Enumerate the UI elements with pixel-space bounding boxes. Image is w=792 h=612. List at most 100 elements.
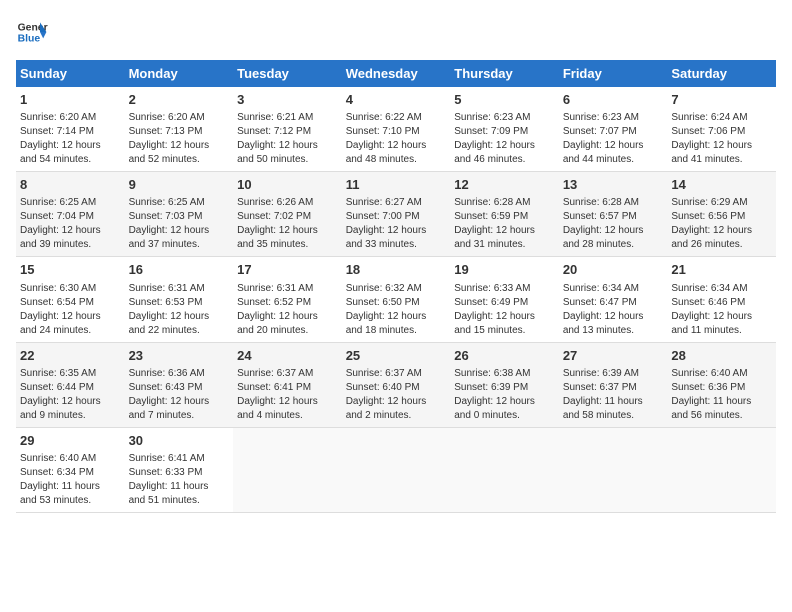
day-of-week-header: Saturday [667, 60, 776, 87]
calendar-week-row: 22 Sunrise: 6:35 AM Sunset: 6:44 PM Dayli… [16, 342, 776, 427]
calendar-day-cell: 6 Sunrise: 6:23 AM Sunset: 7:07 PM Daylig… [559, 87, 668, 172]
day-number: 12 [454, 176, 555, 194]
day-info: Sunrise: 6:34 AM Sunset: 6:47 PM Dayligh… [563, 282, 664, 338]
calendar-week-row: 8 Sunrise: 6:25 AM Sunset: 7:04 PM Daylig… [16, 172, 776, 257]
day-number: 22 [20, 347, 121, 365]
day-number: 27 [563, 347, 664, 365]
day-of-week-header: Monday [125, 60, 234, 87]
day-info: Sunrise: 6:29 AM Sunset: 6:56 PM Dayligh… [671, 196, 772, 252]
calendar-day-cell: 28 Sunrise: 6:40 AM Sunset: 6:36 PM Dayli… [667, 342, 776, 427]
day-info: Sunrise: 6:32 AM Sunset: 6:50 PM Dayligh… [346, 282, 447, 338]
day-number: 14 [671, 176, 772, 194]
calendar-day-cell: 8 Sunrise: 6:25 AM Sunset: 7:04 PM Daylig… [16, 172, 125, 257]
day-number: 3 [237, 91, 338, 109]
day-number: 19 [454, 261, 555, 279]
day-number: 6 [563, 91, 664, 109]
calendar-day-cell: 14 Sunrise: 6:29 AM Sunset: 6:56 PM Dayli… [667, 172, 776, 257]
svg-text:Blue: Blue [18, 34, 41, 45]
day-number: 8 [20, 176, 121, 194]
calendar-week-row: 29Sunrise: 6:40 AM Sunset: 6:34 PM Dayli… [16, 427, 776, 512]
calendar-day-cell: 3 Sunrise: 6:21 AM Sunset: 7:12 PM Daylig… [233, 87, 342, 172]
calendar-day-cell: 20 Sunrise: 6:34 AM Sunset: 6:47 PM Dayli… [559, 257, 668, 342]
day-number: 28 [671, 347, 772, 365]
day-info: Sunrise: 6:25 AM Sunset: 7:03 PM Dayligh… [129, 196, 230, 252]
calendar-day-cell: 30 Sunrise: 6:41 AM Sunset: 6:33 PM Dayli… [125, 427, 234, 512]
day-info: Sunrise: 6:41 AM Sunset: 6:33 PM Dayligh… [129, 452, 230, 508]
calendar-week-row: 15 Sunrise: 6:30 AM Sunset: 6:54 PM Dayli… [16, 257, 776, 342]
day-number: 11 [346, 176, 447, 194]
calendar-day-cell: 1 Sunrise: 6:20 AM Sunset: 7:14 PM Daylig… [16, 87, 125, 172]
calendar-day-cell [342, 427, 451, 512]
day-of-week-header: Sunday [16, 60, 125, 87]
day-info: Sunrise: 6:27 AM Sunset: 7:00 PM Dayligh… [346, 196, 447, 252]
day-number: 16 [129, 261, 230, 279]
calendar-day-cell: 29Sunrise: 6:40 AM Sunset: 6:34 PM Dayli… [16, 427, 125, 512]
calendar-day-cell: 24 Sunrise: 6:37 AM Sunset: 6:41 PM Dayli… [233, 342, 342, 427]
calendar-body: 1 Sunrise: 6:20 AM Sunset: 7:14 PM Daylig… [16, 87, 776, 512]
calendar-day-cell: 4 Sunrise: 6:22 AM Sunset: 7:10 PM Daylig… [342, 87, 451, 172]
day-info: Sunrise: 6:23 AM Sunset: 7:09 PM Dayligh… [454, 111, 555, 167]
day-info: Sunrise: 6:31 AM Sunset: 6:53 PM Dayligh… [129, 282, 230, 338]
calendar-day-cell: 18 Sunrise: 6:32 AM Sunset: 6:50 PM Dayli… [342, 257, 451, 342]
day-info: Sunrise: 6:21 AM Sunset: 7:12 PM Dayligh… [237, 111, 338, 167]
calendar-day-cell: 7 Sunrise: 6:24 AM Sunset: 7:06 PM Daylig… [667, 87, 776, 172]
day-number: 7 [671, 91, 772, 109]
day-number: 13 [563, 176, 664, 194]
day-info: Sunrise: 6:37 AM Sunset: 6:41 PM Dayligh… [237, 367, 338, 423]
day-number: 2 [129, 91, 230, 109]
calendar-day-cell: 17Sunrise: 6:31 AM Sunset: 6:52 PM Dayli… [233, 257, 342, 342]
day-number: 9 [129, 176, 230, 194]
calendar-day-cell [233, 427, 342, 512]
day-info: Sunrise: 6:36 AM Sunset: 6:43 PM Dayligh… [129, 367, 230, 423]
day-number: 25 [346, 347, 447, 365]
calendar-day-cell: 23 Sunrise: 6:36 AM Sunset: 6:43 PM Dayli… [125, 342, 234, 427]
day-info: Sunrise: 6:23 AM Sunset: 7:07 PM Dayligh… [563, 111, 664, 167]
calendar-day-cell: 25 Sunrise: 6:37 AM Sunset: 6:40 PM Dayli… [342, 342, 451, 427]
calendar-day-cell: 2Sunrise: 6:20 AM Sunset: 7:13 PM Daylig… [125, 87, 234, 172]
day-number: 23 [129, 347, 230, 365]
calendar-day-cell: 10Sunrise: 6:26 AM Sunset: 7:02 PM Dayli… [233, 172, 342, 257]
day-of-week-header: Friday [559, 60, 668, 87]
day-number: 21 [671, 261, 772, 279]
page-header: General Blue [16, 16, 776, 48]
calendar-day-cell: 16 Sunrise: 6:31 AM Sunset: 6:53 PM Dayli… [125, 257, 234, 342]
calendar-day-cell: 22 Sunrise: 6:35 AM Sunset: 6:44 PM Dayli… [16, 342, 125, 427]
calendar-day-cell: 19 Sunrise: 6:33 AM Sunset: 6:49 PM Dayli… [450, 257, 559, 342]
day-info: Sunrise: 6:37 AM Sunset: 6:40 PM Dayligh… [346, 367, 447, 423]
calendar-day-cell: 9 Sunrise: 6:25 AM Sunset: 7:03 PM Daylig… [125, 172, 234, 257]
day-number: 29 [20, 432, 121, 450]
day-info: Sunrise: 6:35 AM Sunset: 6:44 PM Dayligh… [20, 367, 121, 423]
day-info: Sunrise: 6:20 AM Sunset: 7:14 PM Dayligh… [20, 111, 121, 167]
day-number: 1 [20, 91, 121, 109]
day-number: 30 [129, 432, 230, 450]
day-number: 15 [20, 261, 121, 279]
day-number: 26 [454, 347, 555, 365]
calendar-day-cell: 21 Sunrise: 6:34 AM Sunset: 6:46 PM Dayli… [667, 257, 776, 342]
day-info: Sunrise: 6:38 AM Sunset: 6:39 PM Dayligh… [454, 367, 555, 423]
day-info: Sunrise: 6:28 AM Sunset: 6:57 PM Dayligh… [563, 196, 664, 252]
day-info: Sunrise: 6:40 AM Sunset: 6:36 PM Dayligh… [671, 367, 772, 423]
day-number: 18 [346, 261, 447, 279]
day-info: Sunrise: 6:24 AM Sunset: 7:06 PM Dayligh… [671, 111, 772, 167]
calendar-day-cell: 11 Sunrise: 6:27 AM Sunset: 7:00 PM Dayli… [342, 172, 451, 257]
day-info: Sunrise: 6:34 AM Sunset: 6:46 PM Dayligh… [671, 282, 772, 338]
calendar-day-cell [450, 427, 559, 512]
day-number: 4 [346, 91, 447, 109]
calendar-day-cell: 12Sunrise: 6:28 AM Sunset: 6:59 PM Dayli… [450, 172, 559, 257]
day-info: Sunrise: 6:33 AM Sunset: 6:49 PM Dayligh… [454, 282, 555, 338]
day-number: 20 [563, 261, 664, 279]
calendar-week-row: 1 Sunrise: 6:20 AM Sunset: 7:14 PM Daylig… [16, 87, 776, 172]
calendar-day-cell: 13 Sunrise: 6:28 AM Sunset: 6:57 PM Dayli… [559, 172, 668, 257]
logo: General Blue [16, 16, 48, 48]
day-info: Sunrise: 6:25 AM Sunset: 7:04 PM Dayligh… [20, 196, 121, 252]
day-of-week-header: Wednesday [342, 60, 451, 87]
calendar-day-cell: 15 Sunrise: 6:30 AM Sunset: 6:54 PM Dayli… [16, 257, 125, 342]
calendar-table: SundayMondayTuesdayWednesdayThursdayFrid… [16, 60, 776, 513]
day-info: Sunrise: 6:39 AM Sunset: 6:37 PM Dayligh… [563, 367, 664, 423]
day-info: Sunrise: 6:30 AM Sunset: 6:54 PM Dayligh… [20, 282, 121, 338]
calendar-header-row: SundayMondayTuesdayWednesdayThursdayFrid… [16, 60, 776, 87]
day-number: 24 [237, 347, 338, 365]
calendar-day-cell: 27 Sunrise: 6:39 AM Sunset: 6:37 PM Dayli… [559, 342, 668, 427]
day-info: Sunrise: 6:22 AM Sunset: 7:10 PM Dayligh… [346, 111, 447, 167]
day-number: 5 [454, 91, 555, 109]
